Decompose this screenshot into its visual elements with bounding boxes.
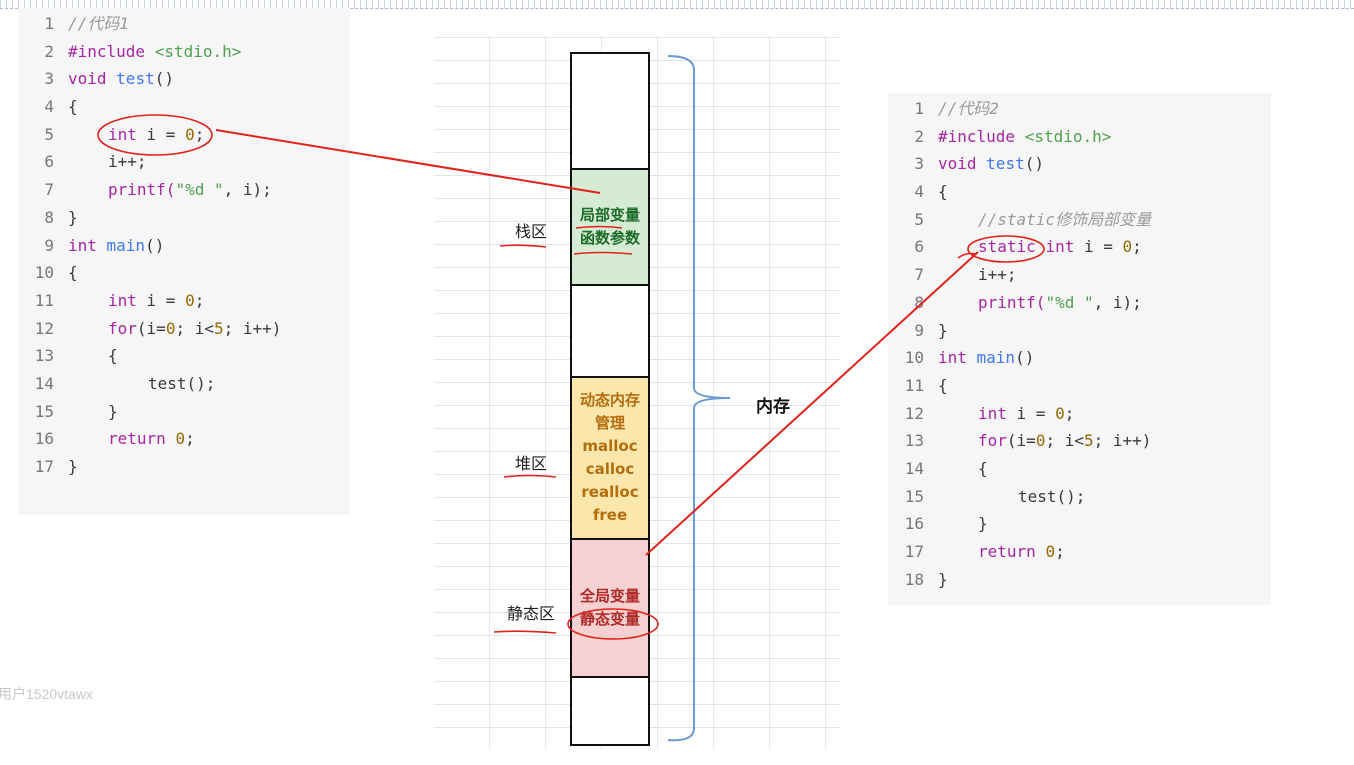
- code1-highlight-circle: [97, 114, 213, 156]
- func-param-underline: [573, 251, 633, 255]
- local-var-arrow: [215, 129, 601, 194]
- memory-brace: [667, 55, 731, 742]
- local-var-underline: [575, 225, 623, 229]
- annotation-overlay: [97, 55, 1045, 742]
- stack-underline: [499, 244, 547, 248]
- static-var-circle: [567, 608, 659, 640]
- code2-highlight-circle: [967, 235, 1045, 263]
- heap-underline: [503, 474, 557, 478]
- static-underline: [493, 630, 557, 634]
